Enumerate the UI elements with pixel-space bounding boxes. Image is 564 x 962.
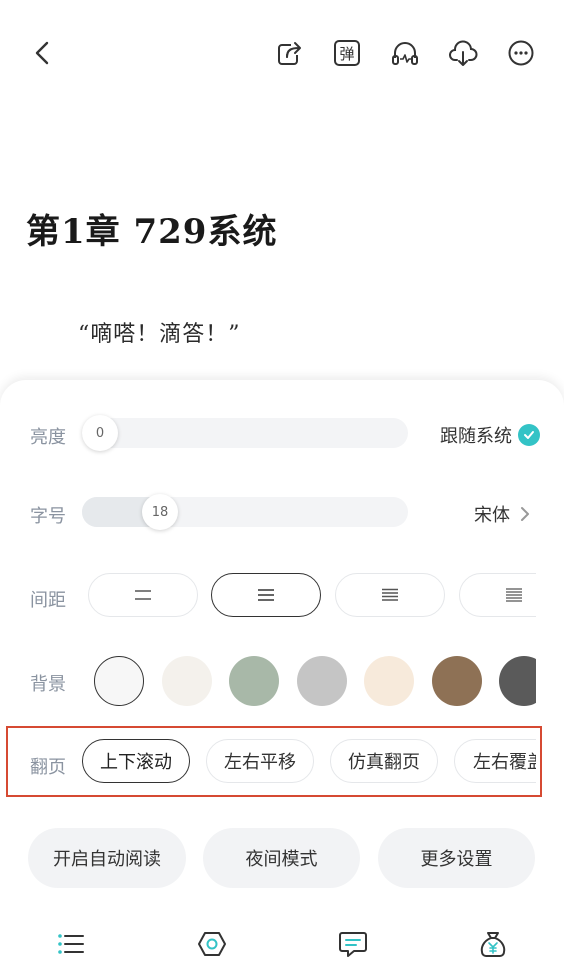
check-icon — [518, 424, 540, 446]
reward-money-bag-icon[interactable] — [477, 928, 509, 960]
more-options-icon[interactable] — [504, 36, 538, 70]
more-settings-button[interactable]: 更多设置 — [378, 828, 535, 888]
page-turn-highlight-box — [6, 726, 542, 797]
chapter-title: 第1章 729系统 — [26, 212, 278, 252]
share-icon[interactable] — [273, 36, 307, 70]
auto-read-button[interactable]: 开启自动阅读 — [28, 828, 186, 888]
background-swatch-gray[interactable] — [297, 656, 347, 706]
settings-hexagon-icon[interactable] — [196, 928, 228, 960]
spacing-option-loose[interactable] — [88, 573, 198, 617]
follow-system-label: 跟随系统 — [440, 426, 512, 447]
danmaku-icon[interactable]: 弹 — [330, 36, 364, 70]
svg-text:弹: 弹 — [339, 45, 354, 63]
font-size-label: 字号 — [30, 506, 66, 527]
font-family-name: 宋体 — [474, 505, 510, 526]
top-bar: 弹 — [0, 0, 564, 108]
spacing-option-compact[interactable] — [335, 573, 445, 617]
background-swatch-white[interactable] — [94, 656, 144, 706]
brightness-label: 亮度 — [30, 427, 66, 448]
listen-headphone-icon[interactable] — [388, 36, 422, 70]
background-swatch-cream[interactable] — [162, 656, 212, 706]
background-swatch-peach[interactable] — [364, 656, 414, 706]
spacing-5-lines-icon — [506, 588, 522, 602]
spacing-3-lines-icon — [258, 589, 274, 601]
chevron-right-icon — [521, 507, 529, 521]
brightness-slider[interactable]: 0 — [82, 415, 408, 451]
spacing-4-lines-icon — [382, 588, 398, 601]
font-size-slider-knob[interactable]: 18 — [142, 494, 178, 530]
background-swatch-dark[interactable] — [499, 656, 536, 706]
back-icon[interactable] — [26, 36, 60, 70]
background-swatch-brown[interactable] — [432, 656, 482, 706]
cloud-download-icon[interactable] — [446, 36, 480, 70]
background-swatches — [0, 650, 536, 710]
table-of-contents-icon[interactable] — [55, 928, 87, 960]
spacing-option-normal[interactable] — [211, 573, 321, 617]
chapter-paragraph: “嘀嗒！滴答！” — [78, 322, 241, 347]
follow-system-toggle[interactable]: 跟随系统 — [440, 422, 540, 448]
night-mode-button[interactable]: 夜间模式 — [203, 828, 360, 888]
spacing-options — [0, 566, 536, 626]
comment-icon[interactable] — [337, 928, 369, 960]
font-family-selector[interactable]: 宋体 — [474, 501, 530, 527]
brightness-slider-knob[interactable]: 0 — [82, 415, 118, 451]
spacing-option-dense[interactable] — [459, 573, 536, 617]
background-swatch-green[interactable] — [229, 656, 279, 706]
font-size-slider[interactable]: 18 — [82, 494, 408, 530]
spacing-2-lines-icon — [135, 590, 151, 600]
